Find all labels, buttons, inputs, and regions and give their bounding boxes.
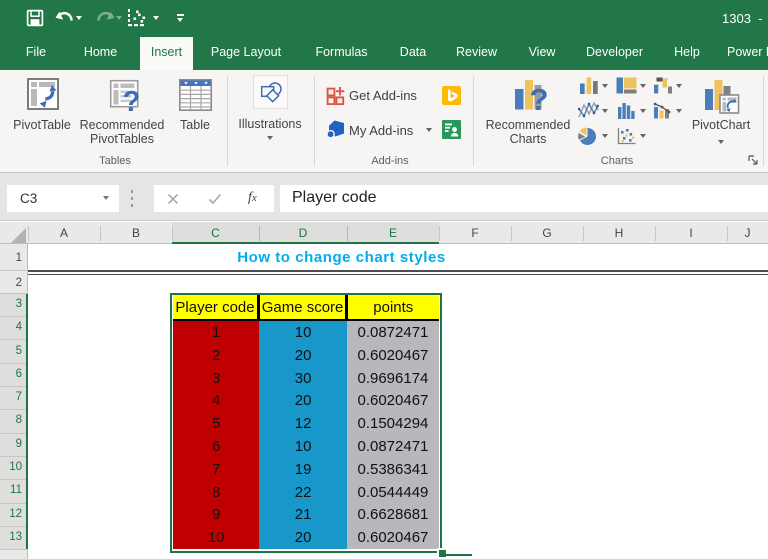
svg-text:?: ? [530,82,549,115]
svg-text:?: ? [123,86,141,115]
